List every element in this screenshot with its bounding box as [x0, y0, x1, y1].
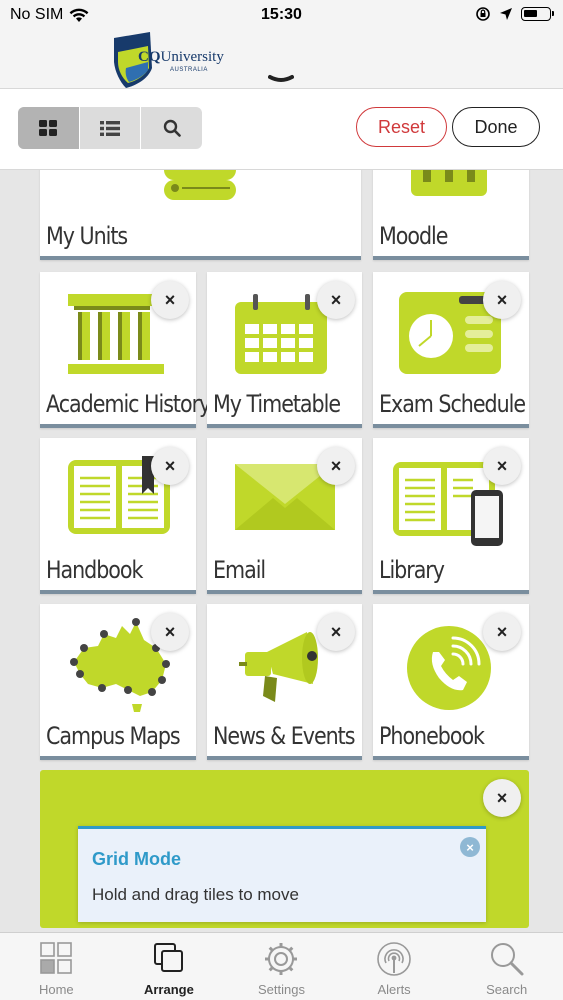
grid-mode-tooltip: Grid Mode Hold and drag tiles to move ×	[78, 826, 486, 922]
tooltip-body: Hold and drag tiles to move	[92, 885, 299, 904]
status-right	[475, 6, 554, 22]
grid-view-button[interactable]	[18, 107, 80, 149]
remove-tile-email-button[interactable]: ×	[317, 447, 355, 485]
view-mode-segmented-control	[18, 107, 202, 149]
tile-label: Phonebook	[379, 722, 485, 750]
done-button[interactable]: Done	[452, 107, 540, 147]
tile-label: Exam Schedule	[379, 390, 526, 418]
remove-tile-featured-banner-button[interactable]: ×	[483, 779, 521, 817]
list-view-button[interactable]	[80, 107, 142, 149]
tab-label: Arrange	[143, 982, 194, 997]
grid-icon	[39, 120, 58, 136]
alerts-icon	[377, 942, 411, 976]
logo-bar: CQUniversity AUSTRALIA	[0, 32, 563, 88]
tab-bar: Home Arrange Settings Alerts Search	[0, 932, 563, 1000]
list-icon	[100, 120, 120, 136]
remove-tile-academic-history-button[interactable]: ×	[151, 281, 189, 319]
tile-label: Academic History	[46, 390, 211, 418]
logo-subtitle: AUSTRALIA	[170, 67, 208, 73]
search-view-button[interactable]	[141, 107, 202, 149]
search-icon	[163, 119, 181, 137]
tab-label: Search	[486, 982, 528, 997]
tab-home[interactable]: Home	[0, 933, 113, 1000]
location-arrow-icon	[500, 8, 512, 20]
tab-alerts[interactable]: Alerts	[338, 933, 451, 1000]
tile-label: Email	[213, 556, 266, 584]
tab-arrange[interactable]: Arrange	[113, 933, 226, 1000]
remove-tile-my-timetable-button[interactable]: ×	[317, 281, 355, 319]
tooltip-title: Grid Mode	[92, 849, 181, 869]
tile-label: Library	[379, 556, 445, 584]
university-logo: CQUniversity AUSTRALIA	[112, 32, 224, 88]
reset-button[interactable]: Reset	[356, 107, 447, 147]
remove-tile-exam-schedule-button[interactable]: ×	[483, 281, 521, 319]
remove-tile-news-events-button[interactable]: ×	[317, 613, 355, 651]
tile-label: My Units	[46, 222, 128, 250]
tab-search[interactable]: Search	[450, 933, 563, 1000]
tile-my-units[interactable]: My Units	[40, 170, 361, 260]
search-icon	[490, 943, 524, 976]
remove-tile-library-button[interactable]: ×	[483, 447, 521, 485]
tab-settings[interactable]: Settings	[225, 933, 338, 1000]
tile-label: News & Events	[213, 722, 355, 750]
tab-label: Home	[38, 982, 74, 997]
tile-label: Handbook	[46, 556, 143, 584]
remove-tile-handbook-button[interactable]: ×	[151, 447, 189, 485]
rotation-lock-icon	[476, 7, 490, 21]
logo-wordmark: CQUniversity	[138, 48, 224, 66]
arrange-icon	[153, 943, 183, 972]
gear-icon	[265, 943, 298, 975]
battery-icon	[521, 7, 554, 21]
tile-label: Moodle	[379, 222, 448, 250]
remove-tile-campus-maps-button[interactable]: ×	[151, 613, 189, 651]
pull-handle-icon[interactable]	[268, 74, 294, 84]
tile-moodle[interactable]: Moodle	[373, 170, 529, 260]
logo-cq: CQ	[138, 49, 161, 65]
logo-university: University	[160, 49, 224, 65]
home-grid-icon	[40, 942, 73, 974]
tile-label: Campus Maps	[46, 722, 181, 750]
toolbar: Reset Done	[0, 88, 563, 170]
tile-label: My Timetable	[213, 390, 341, 418]
tooltip-close-button[interactable]: ×	[460, 837, 480, 857]
tab-label: Settings	[257, 982, 305, 997]
remove-tile-phonebook-button[interactable]: ×	[483, 613, 521, 651]
tab-label: Alerts	[377, 982, 411, 997]
tile-grid: My Units Moodle Academic History My Time…	[0, 170, 563, 932]
status-bar: No SIM 15:30	[0, 0, 563, 32]
